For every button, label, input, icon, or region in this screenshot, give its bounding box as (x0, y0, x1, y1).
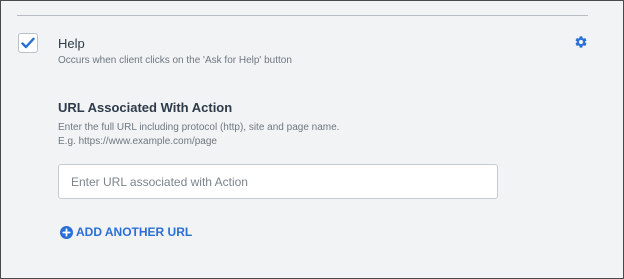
add-another-url-button[interactable]: ADD ANOTHER URL (60, 225, 192, 239)
add-another-url-label: ADD ANOTHER URL (76, 225, 193, 239)
url-input[interactable] (58, 164, 498, 199)
checkmark-icon (21, 37, 35, 49)
url-help-line-1: Enter the full URL including protocol (h… (58, 122, 340, 133)
url-section-help: Enter the full URL including protocol (h… (58, 121, 339, 149)
plus-circle-icon (60, 225, 73, 239)
url-section-title: URL Associated With Action (58, 100, 233, 115)
help-event-checkbox[interactable] (18, 33, 38, 53)
event-settings-panel: Help Occurs when client clicks on the 'A… (0, 0, 624, 279)
event-description: Occurs when client clicks on the 'Ask fo… (58, 55, 292, 66)
event-title: Help (58, 36, 85, 51)
url-help-line-2: E.g. https://www.example.com/page (58, 136, 217, 147)
divider (17, 15, 588, 16)
gear-icon[interactable] (574, 35, 588, 49)
